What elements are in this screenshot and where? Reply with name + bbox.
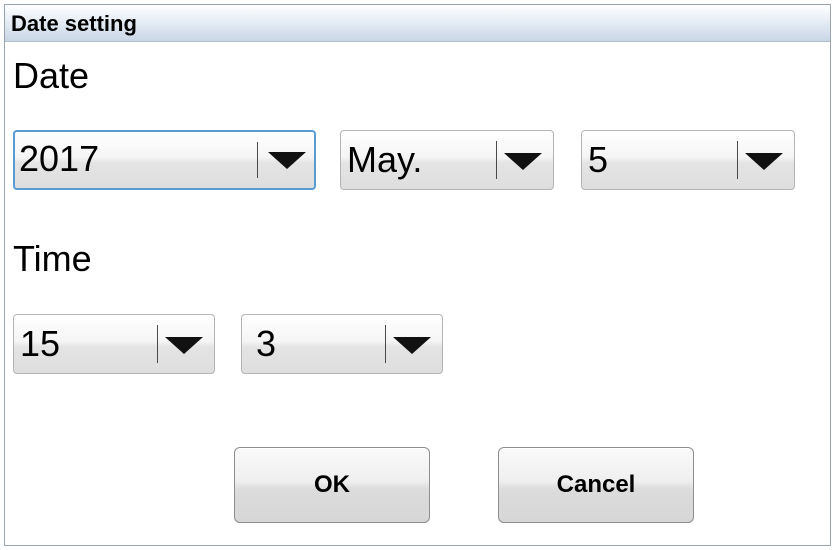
date-setting-dialog: Date setting Date 2017 May. 5 Time 15 3 … (4, 4, 831, 546)
title-bar: Date setting (5, 5, 830, 42)
ok-button[interactable]: OK (234, 447, 430, 523)
minute-value: 3 (256, 323, 277, 364)
date-section-label: Date (13, 55, 90, 96)
month-dropdown[interactable]: May. (340, 130, 554, 190)
dialog-title: Date setting (11, 11, 137, 36)
dropdown-separator (257, 142, 258, 178)
year-dropdown[interactable]: 2017 (13, 130, 316, 190)
hour-value: 15 (20, 323, 61, 364)
year-value: 2017 (19, 138, 100, 179)
chevron-down-icon[interactable] (268, 152, 306, 169)
time-section-label: Time (13, 238, 92, 279)
chevron-down-icon[interactable] (504, 153, 542, 170)
dropdown-separator (385, 325, 386, 363)
day-value: 5 (588, 139, 609, 180)
day-dropdown[interactable]: 5 (581, 130, 795, 190)
dropdown-separator (157, 325, 158, 363)
dropdown-separator (737, 141, 738, 179)
minute-dropdown[interactable]: 3 (241, 314, 443, 374)
chevron-down-icon[interactable] (165, 337, 203, 354)
cancel-button[interactable]: Cancel (498, 447, 694, 523)
hour-dropdown[interactable]: 15 (13, 314, 215, 374)
chevron-down-icon[interactable] (745, 153, 783, 170)
chevron-down-icon[interactable] (393, 337, 431, 354)
dropdown-separator (496, 141, 497, 179)
month-value: May. (347, 139, 423, 180)
